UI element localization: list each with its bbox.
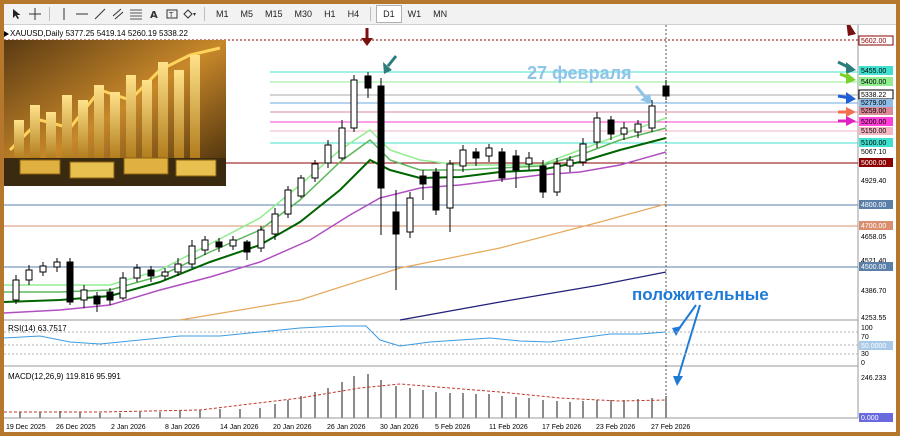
price-label: 4929.40 <box>861 178 886 185</box>
price-label: 4253.55 <box>861 315 886 322</box>
date-label: 8 Jan 2026 <box>165 424 200 431</box>
date-label: 2 Jan 2026 <box>111 424 146 431</box>
horizontal-line-tool-icon[interactable] <box>73 5 91 23</box>
svg-text:T: T <box>168 11 174 19</box>
date-label: 27 Feb 2026 <box>651 424 690 431</box>
svg-text:A: A <box>150 10 158 20</box>
date-label: 17 Feb 2026 <box>542 424 581 431</box>
price-label: 5000.00 <box>861 160 886 167</box>
rsi-level: 0 <box>861 360 865 367</box>
date-axis: 19 Dec 2025 26 Dec 2025 2 Jan 2026 8 Jan… <box>6 424 690 431</box>
price-label: 5455.00 <box>861 68 886 75</box>
timeframe-d1[interactable]: D1 <box>376 5 402 23</box>
toolbar: A T M1 M5 M15 M30 H1 H4 D1 W1 MN <box>4 4 896 25</box>
rsi-level: 100 <box>861 325 873 332</box>
timeframe-h4[interactable]: H4 <box>342 6 366 22</box>
date-label: 5 Feb 2026 <box>435 424 471 431</box>
channel-tool-icon[interactable] <box>109 5 127 23</box>
date-label: 20 Jan 2026 <box>273 424 312 431</box>
date-label: 30 Jan 2026 <box>380 424 419 431</box>
rsi-level: 70 <box>861 334 869 341</box>
timeframe-m30[interactable]: M30 <box>289 6 319 22</box>
text-tool-icon[interactable]: A <box>145 5 163 23</box>
price-label: 4500.00 <box>861 264 886 271</box>
price-label: 5259.00 <box>861 108 886 115</box>
timeframe-h1[interactable]: H1 <box>318 6 342 22</box>
date-label: 11 Feb 2026 <box>489 424 528 431</box>
date-label: 14 Jan 2026 <box>220 424 259 431</box>
annotation-date: 27 февраля <box>527 63 632 83</box>
chart-menu-icon[interactable] <box>4 31 9 37</box>
macd-level: 246.233 <box>861 375 886 382</box>
price-label: 5100.00 <box>861 140 886 147</box>
timeframe-mn[interactable]: MN <box>427 6 453 22</box>
arrow-magenta-right-icon <box>838 116 856 126</box>
macd-level: 0.000 <box>861 415 879 422</box>
rsi-label: RSI(14) 63.7517 <box>8 324 67 333</box>
arrow-orange-right-icon <box>838 107 856 117</box>
price-label: 4800.00 <box>861 202 886 209</box>
timeframe-w1[interactable]: W1 <box>402 6 428 22</box>
macd-label: MACD(12,26,9) 119.816 95.991 <box>8 372 121 381</box>
rsi-level: 50.0000 <box>861 343 886 350</box>
price-label: 5150.00 <box>861 128 886 135</box>
date-label: 26 Dec 2025 <box>56 424 96 431</box>
date-label: 19 Dec 2025 <box>6 424 46 431</box>
shapes-tool-icon[interactable] <box>181 5 199 23</box>
macd-pane: MACD(12,26,9) 119.816 95.991 246.233 0.0… <box>4 372 893 422</box>
label-tool-icon[interactable]: T <box>163 5 181 23</box>
cursor-tool-icon[interactable] <box>8 5 26 23</box>
fibonacci-tool-icon[interactable] <box>127 5 145 23</box>
gold-bars-image <box>4 40 226 186</box>
price-label: 5602.00 <box>861 38 886 45</box>
arrow-blue-right-icon <box>837 92 856 104</box>
crosshair-tool-icon[interactable] <box>26 5 44 23</box>
date-label: 26 Jan 2026 <box>327 424 366 431</box>
price-label: 5279.00 <box>861 100 886 107</box>
timeframe-m15[interactable]: M15 <box>259 6 289 22</box>
timeframe-m5[interactable]: M5 <box>235 6 260 22</box>
price-label: 4700.00 <box>861 223 886 230</box>
trendline-tool-icon[interactable] <box>91 5 109 23</box>
rsi-level: 30 <box>861 351 869 358</box>
rsi-pane: RSI(14) 63.7517 100 70 50.0000 30 0 <box>4 324 893 367</box>
symbol-info: XAUUSD,Daily 5377.25 5419.14 5260.19 533… <box>10 29 188 38</box>
price-label: 5067.10 <box>861 149 886 156</box>
price-label: 5338.22 <box>861 92 886 99</box>
vertical-line-tool-icon[interactable] <box>55 5 73 23</box>
price-label: 5400.00 <box>861 79 886 86</box>
arrow-teal-icon <box>383 55 398 74</box>
arrow-down-dark-red-icon <box>361 28 373 46</box>
chart-area[interactable]: XAUUSD,Daily 5377.25 5419.14 5260.19 533… <box>4 25 896 432</box>
date-label: 23 Feb 2026 <box>596 424 635 431</box>
price-label: 5200.00 <box>861 119 886 126</box>
timeframe-m1[interactable]: M1 <box>210 6 235 22</box>
arrow-darkred-right-icon <box>846 25 856 36</box>
annotation-positive: положительные <box>632 285 769 304</box>
price-label: 4658.05 <box>861 234 886 241</box>
price-label: 4386.70 <box>861 288 886 295</box>
